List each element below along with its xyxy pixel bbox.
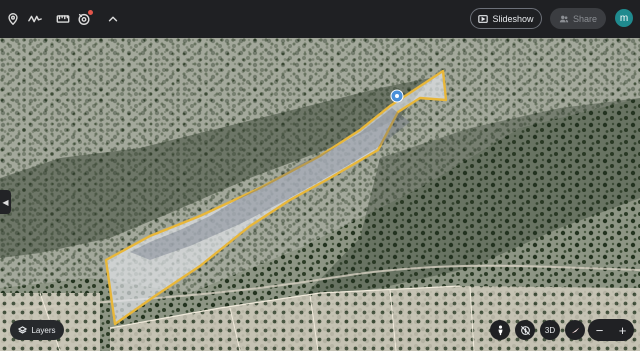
people-icon xyxy=(559,15,569,22)
top-toolbar: Slideshow Share m xyxy=(0,0,640,38)
chevron-up-icon[interactable] xyxy=(102,8,124,30)
location-pin-icon[interactable] xyxy=(2,8,24,30)
share-button[interactable]: Share xyxy=(550,8,606,29)
compass-button[interactable] xyxy=(565,320,585,340)
tilt-toggle-button[interactable] xyxy=(515,320,535,340)
zoom-controls: − + xyxy=(588,319,634,341)
path-icon[interactable] xyxy=(24,8,46,30)
share-label: Share xyxy=(572,13,598,24)
chevron-left-icon: ◀ xyxy=(2,197,9,207)
compass-icon xyxy=(571,327,579,333)
slideshow-icon xyxy=(478,14,489,23)
side-panel-toggle[interactable]: ◀ xyxy=(0,190,11,214)
satellite-map[interactable]: ◀ xyxy=(0,38,640,351)
zoom-out-button[interactable]: − xyxy=(590,324,610,337)
avatar[interactable]: m xyxy=(615,9,633,27)
layers-button[interactable]: Layers xyxy=(10,320,64,340)
pegman-icon xyxy=(497,325,503,335)
zoom-in-button[interactable]: + xyxy=(613,324,633,337)
layers-icon xyxy=(18,325,28,334)
notification-dot xyxy=(88,10,93,15)
camera-icon[interactable] xyxy=(73,8,95,30)
street-view-pegman-button[interactable] xyxy=(490,320,510,340)
compass-off-icon xyxy=(520,325,530,335)
slideshow-button[interactable]: Slideshow xyxy=(470,8,542,29)
satellite-terrain xyxy=(0,38,640,351)
3d-button[interactable]: 3D xyxy=(540,320,560,340)
layers-label: Layers xyxy=(31,325,56,335)
ruler-icon[interactable] xyxy=(52,8,74,30)
slideshow-label: Slideshow xyxy=(492,13,534,24)
